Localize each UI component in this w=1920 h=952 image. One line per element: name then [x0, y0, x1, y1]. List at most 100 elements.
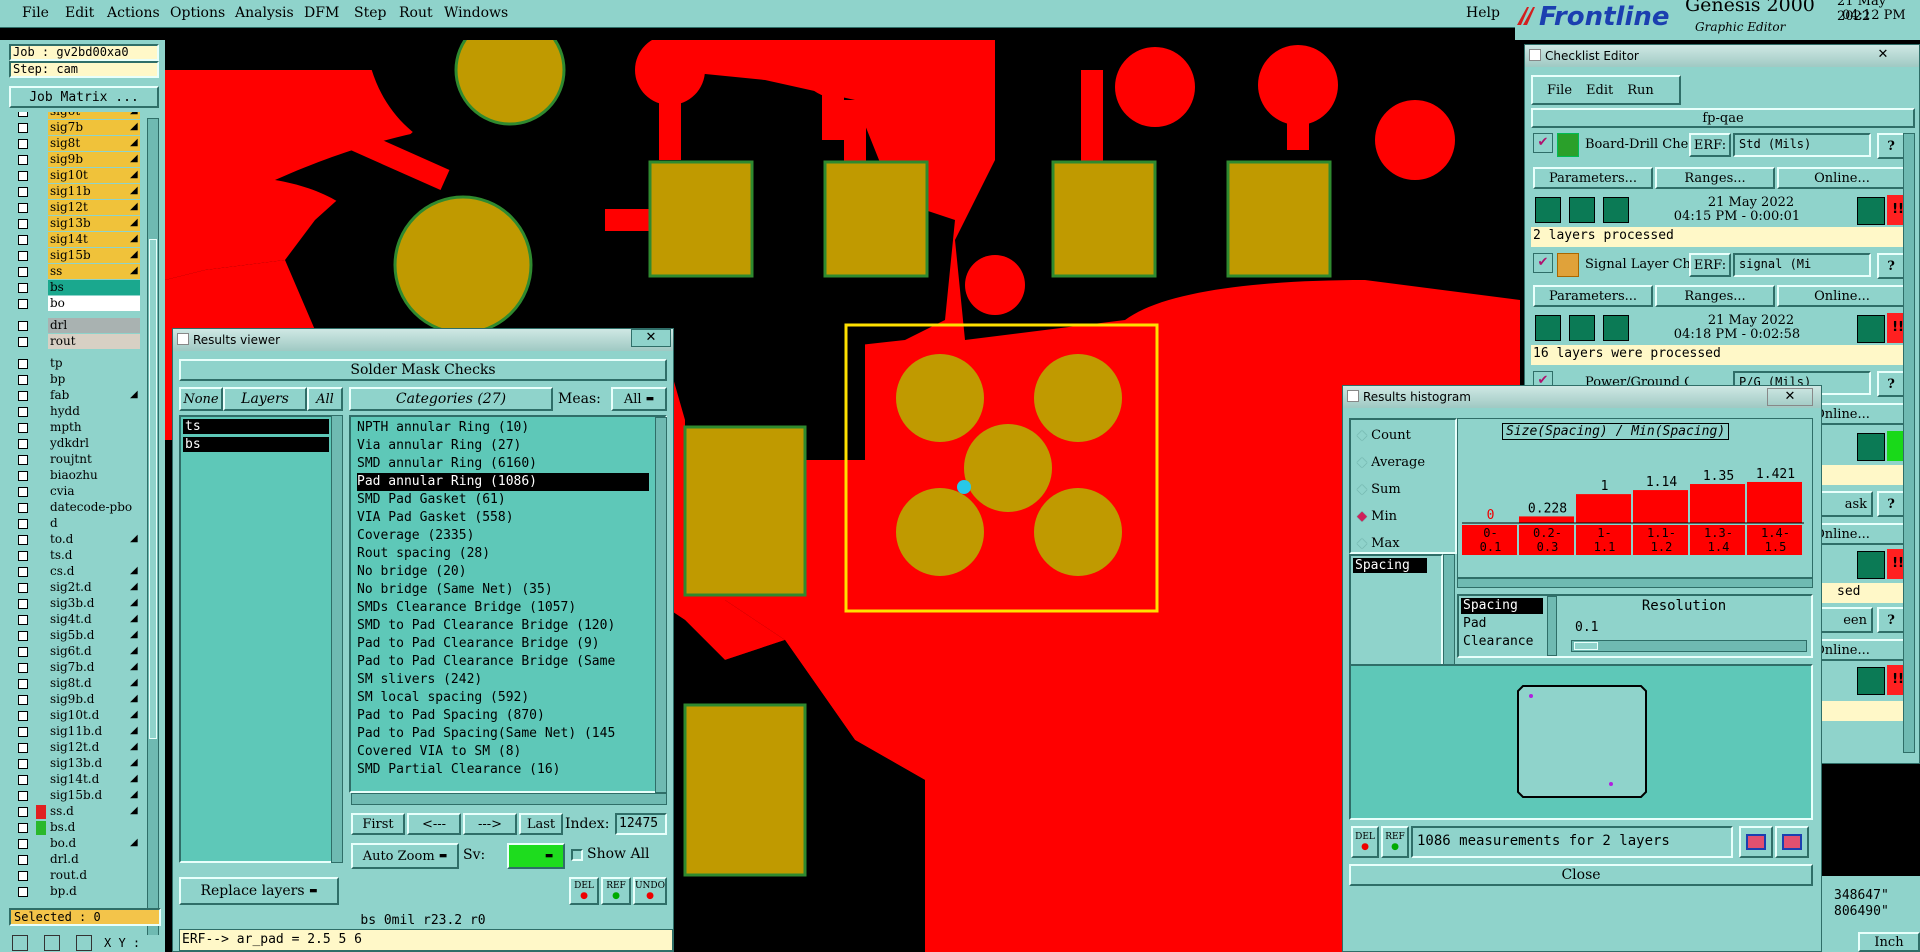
layer-row[interactable]: sig3b.d ◢	[12, 596, 140, 612]
zoom-results-icon[interactable]	[1857, 551, 1885, 579]
layer-checkbox[interactable]	[18, 551, 28, 561]
run-check-icon[interactable]	[1535, 315, 1561, 341]
layer-checkbox[interactable]	[18, 299, 28, 309]
layer-checkbox[interactable]	[18, 871, 28, 881]
layer-checkbox[interactable]	[18, 187, 28, 197]
layer-row[interactable]: hydd	[12, 404, 140, 420]
layer-row[interactable]: sig6t◢	[12, 112, 140, 120]
category-item[interactable]: Pad to Pad Spacing (870)	[357, 707, 545, 725]
layer-row[interactable]: rout.d	[12, 868, 140, 884]
erf-field[interactable]: signal (Mi	[1733, 253, 1871, 277]
layer-row[interactable]: sig15b.d ◢	[12, 788, 140, 804]
mode-radio-min[interactable]: ◆ Min	[1357, 509, 1397, 524]
layer-row[interactable]: sig11b.d ◢	[12, 724, 140, 740]
resolution-slider-thumb[interactable]	[1574, 642, 1598, 650]
layer-checkbox[interactable]	[18, 487, 28, 497]
layer-row[interactable]: ss.d ◢	[12, 804, 140, 820]
layer-checkbox[interactable]	[18, 267, 28, 277]
layer-checkbox[interactable]	[18, 535, 28, 545]
category-item[interactable]: NPTH annular Ring (10)	[357, 419, 529, 437]
help-question-icon[interactable]: ?	[1877, 133, 1905, 159]
menu-edit[interactable]: Edit	[65, 5, 94, 21]
layer-checkbox[interactable]	[18, 337, 28, 347]
online-button[interactable]: Online...	[1777, 285, 1907, 307]
measure-list-scrollbar[interactable]	[1547, 596, 1557, 656]
layer-row[interactable]: sig13b.d ◢	[12, 756, 140, 772]
prev-button[interactable]: <---	[407, 813, 461, 835]
help-question-icon[interactable]: ?	[1877, 253, 1905, 279]
layer-checkbox[interactable]	[18, 615, 28, 625]
grid-tool-icon[interactable]	[76, 935, 92, 951]
layer-row[interactable]: sig10t.d ◢	[12, 708, 140, 724]
layer-checkbox[interactable]	[18, 631, 28, 641]
run-check-icon[interactable]	[1569, 197, 1595, 223]
replace-layers-dropdown[interactable]: Replace layers ▬	[179, 877, 339, 905]
layer-row[interactable]: sig14t.d ◢	[12, 772, 140, 788]
category-item[interactable]: SMD Partial Clearance (16)	[357, 761, 561, 779]
layer-list-scrollbar[interactable]	[147, 118, 159, 938]
check-toggle-icon[interactable]: ✔	[1533, 133, 1553, 153]
category-item[interactable]: No bridge (Same Net) (35)	[357, 581, 553, 599]
measure-list-clearance[interactable]: Clearance	[1463, 634, 1533, 649]
close-window-icon[interactable]: ✕	[1767, 388, 1813, 406]
mode-radio-count[interactable]: ◆ Count	[1357, 428, 1411, 443]
layer-checkbox[interactable]	[18, 171, 28, 181]
next-button[interactable]: --->	[463, 813, 517, 835]
layer-row[interactable]: sig5b.d ◢	[12, 628, 140, 644]
category-item[interactable]: Pad to Pad Spacing(Same Net) (145	[357, 725, 615, 743]
category-item[interactable]: SMD to Pad Clearance Bridge (120)	[357, 617, 615, 635]
layer-row[interactable]: sig13b ◢	[12, 216, 140, 232]
layer-checkbox[interactable]	[18, 887, 28, 897]
zoom-results-icon[interactable]	[1857, 667, 1885, 695]
units-dropdown[interactable]: Inch	[1858, 932, 1920, 952]
layer-row[interactable]: sig12t.d ◢	[12, 740, 140, 756]
checklist-menu-run[interactable]: Run	[1627, 83, 1654, 98]
layer-checkbox[interactable]	[18, 519, 28, 529]
layer-checkbox[interactable]	[18, 155, 28, 165]
mode-radio-average[interactable]: ◆ Average	[1357, 455, 1425, 470]
menu-rout[interactable]: Rout	[399, 5, 433, 21]
layers-all-button[interactable]: All	[307, 387, 343, 411]
index-field[interactable]: 12475	[615, 813, 667, 835]
layer-checkbox[interactable]	[18, 235, 28, 245]
layer-row[interactable]: drl	[12, 318, 140, 334]
layer-row[interactable]: sig7b.d ◢	[12, 660, 140, 676]
layer-scroll-thumb[interactable]	[149, 239, 157, 739]
layer-checkbox[interactable]	[18, 391, 28, 401]
layer-row[interactable]: tp	[12, 356, 140, 372]
del-button[interactable]: DEL ●	[569, 877, 599, 905]
categories-listbox[interactable]: NPTH annular Ring (10) Via annular Ring (…	[349, 415, 667, 793]
run-check-icon[interactable]	[1569, 315, 1595, 341]
menu-analysis[interactable]: Analysis	[235, 5, 294, 21]
category-item[interactable]: SMDs Clearance Bridge (1057)	[357, 599, 576, 617]
layer-row[interactable]: biaozhu	[12, 468, 140, 484]
category-item[interactable]: SM slivers (242)	[357, 671, 482, 689]
run-check-icon[interactable]	[1603, 315, 1629, 341]
menu-actions[interactable]: Actions	[107, 5, 160, 21]
layer-checkbox[interactable]	[18, 455, 28, 465]
layer-row[interactable]: sig11b ◢	[12, 184, 140, 200]
close-window-icon[interactable]: ✕	[631, 329, 671, 347]
parameters-button[interactable]: Parameters...	[1533, 285, 1653, 307]
layers-none-button[interactable]: None	[179, 387, 223, 411]
layer-checkbox[interactable]	[18, 679, 28, 689]
parameters-button[interactable]: Parameters...	[1533, 167, 1653, 189]
help-question-icon[interactable]: ?	[1877, 607, 1905, 633]
layer-row[interactable]: sig10t ◢	[12, 168, 140, 184]
preview-ref-button[interactable]: REF ●	[1381, 826, 1409, 858]
layer-row[interactable]: roujtnt	[12, 452, 140, 468]
layer-checkbox[interactable]	[18, 823, 28, 833]
layer-checkbox[interactable]	[18, 567, 28, 577]
layer-row[interactable]: sig15b ◢	[12, 248, 140, 264]
layer-row[interactable]: fab ◢	[12, 388, 140, 404]
preview-del-button[interactable]: DEL ●	[1351, 826, 1379, 858]
layer-row[interactable]: sig9b.d ◢	[12, 692, 140, 708]
resolution-slider[interactable]	[1571, 640, 1807, 652]
checklist-menu-edit[interactable]: Edit	[1586, 83, 1613, 98]
erf-command-line[interactable]: ERF--> ar_pad = 2.5 5 6	[179, 929, 673, 951]
layer-row[interactable]: sig9b ◢	[12, 152, 140, 168]
help-question-icon[interactable]: ?	[1877, 371, 1905, 397]
category-item[interactable]: No bridge (20)	[357, 563, 467, 581]
first-button[interactable]: First	[351, 813, 405, 835]
sv-color-dropdown[interactable]: ▬	[507, 843, 565, 869]
